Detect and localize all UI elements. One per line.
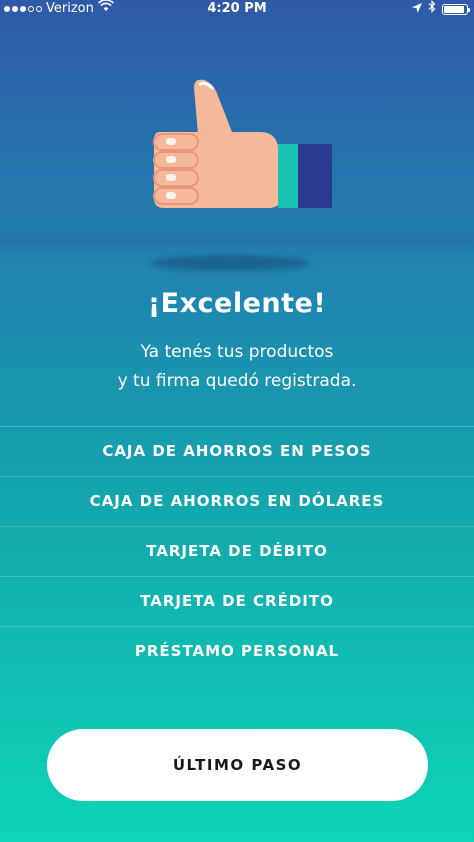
- status-bar-right: [412, 0, 470, 19]
- list-item-caja-dolares: CAJA DE AHORROS EN DÓLARES: [0, 476, 474, 526]
- battery-icon: [442, 4, 470, 15]
- bluetooth-icon: [428, 0, 436, 19]
- horizon-band: [0, 226, 474, 254]
- page-subtitle: Ya tenés tus productos y tu firma quedó …: [0, 338, 474, 396]
- status-time: 4:20 PM: [207, 1, 267, 16]
- illustration-shadow: [150, 255, 310, 271]
- page-title: ¡Excelente!: [147, 288, 327, 319]
- list-item-tarjeta-debito: TARJETA DE DÉBITO: [0, 526, 474, 576]
- list-item-tarjeta-credito: TARJETA DE CRÉDITO: [0, 576, 474, 626]
- ultimo-paso-button[interactable]: ÚLTIMO PASO: [47, 729, 428, 801]
- subtitle-line-2: y tu firma quedó registrada.: [117, 371, 357, 391]
- list-item-prestamo-personal: PRÉSTAMO PERSONAL: [0, 626, 474, 676]
- status-bar: Verizon 4:20 PM: [0, 0, 474, 18]
- location-arrow-icon: [412, 1, 422, 19]
- product-list: CAJA DE AHORROS EN PESOS CAJA DE AHORROS…: [0, 426, 474, 676]
- thumbs-up-icon: [153, 79, 332, 208]
- subtitle-line-1: Ya tenés tus productos: [140, 342, 334, 362]
- list-item-caja-pesos: CAJA DE AHORROS EN PESOS: [0, 426, 474, 476]
